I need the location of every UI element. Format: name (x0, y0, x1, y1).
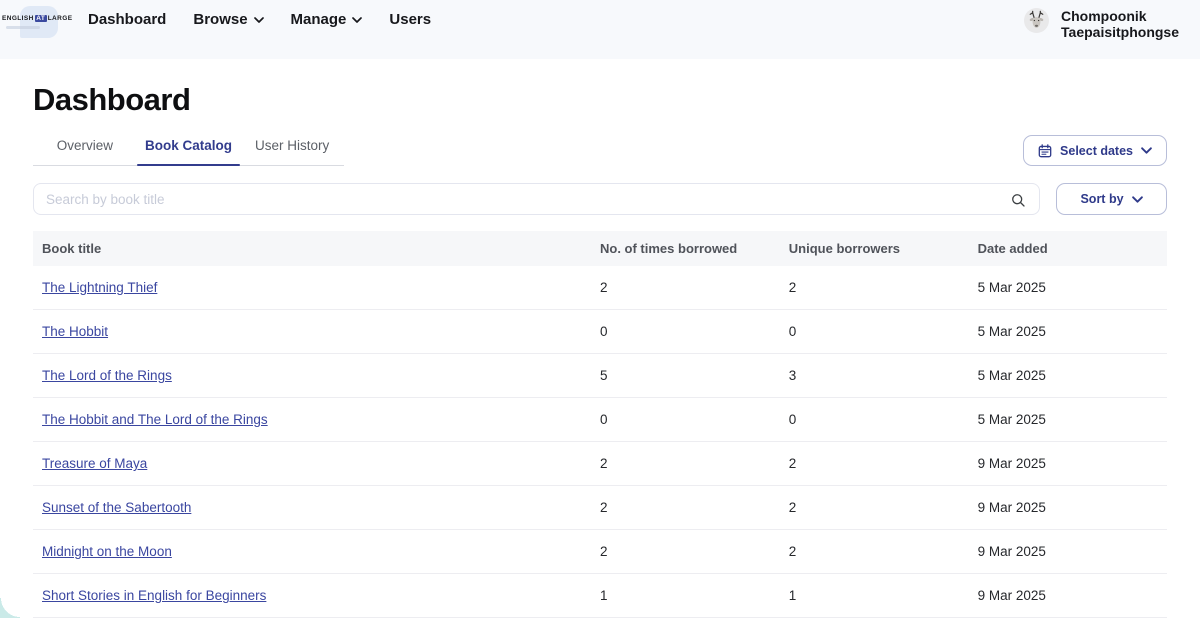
book-title-cell: The Hobbit and The Lord of the Rings (33, 412, 600, 427)
date-added-value: 5 Mar 2025 (978, 368, 1167, 383)
column-header-book-title: Book title (33, 241, 600, 256)
book-title-link[interactable]: Treasure of Maya (42, 456, 147, 471)
tab-book-catalog[interactable]: Book Catalog (137, 135, 241, 165)
times-borrowed-value: 2 (600, 544, 789, 559)
table-row: Treasure of Maya 2 2 9 Mar 2025 (33, 442, 1167, 486)
logo-bubble-shape (20, 6, 58, 38)
avatar (1024, 8, 1049, 33)
unique-borrowers-value: 2 (789, 500, 978, 515)
chevron-down-icon (352, 17, 362, 23)
column-header-unique-borrowers: Unique borrowers (789, 241, 978, 256)
tabs-row: Overview Book Catalog User History Selec… (33, 135, 1167, 166)
date-added-value: 5 Mar 2025 (978, 412, 1167, 427)
logo-tagline (6, 26, 40, 29)
tab-user-history[interactable]: User History (240, 135, 344, 165)
main-content: Dashboard Overview Book Catalog User His… (0, 82, 1200, 618)
table-row: Sunset of the Sabertooth 2 2 9 Mar 2025 (33, 486, 1167, 530)
unique-borrowers-value: 2 (789, 280, 978, 295)
date-added-value: 9 Mar 2025 (978, 544, 1167, 559)
book-title-cell: The Lord of the Rings (33, 368, 600, 383)
date-added-value: 9 Mar 2025 (978, 456, 1167, 471)
sort-by-label: Sort by (1080, 192, 1123, 206)
book-title-link[interactable]: Short Stories in English for Beginners (42, 588, 266, 603)
book-title-cell: The Lightning Thief (33, 280, 600, 295)
chevron-down-icon (1141, 147, 1152, 154)
chevron-down-icon (1132, 196, 1143, 203)
book-title-link[interactable]: The Hobbit (42, 324, 108, 339)
nav-item-label: Manage (291, 10, 347, 30)
nav-item-manage[interactable]: Manage (291, 10, 363, 30)
date-added-value: 9 Mar 2025 (978, 588, 1167, 603)
search-input[interactable] (46, 192, 999, 207)
times-borrowed-value: 0 (600, 324, 789, 339)
sort-by-button[interactable]: Sort by (1056, 183, 1167, 215)
table-row: Short Stories in English for Beginners 1… (33, 574, 1167, 618)
book-title-cell: The Hobbit (33, 324, 600, 339)
top-nav-bar: ENGLISHATLARGE Dashboard Browse Manage U… (0, 0, 1200, 59)
select-dates-button[interactable]: Select dates (1023, 135, 1167, 166)
calendar-icon (1038, 144, 1052, 158)
unique-borrowers-value: 0 (789, 324, 978, 339)
times-borrowed-value: 5 (600, 368, 789, 383)
times-borrowed-value: 2 (600, 280, 789, 295)
search-icon[interactable] (1010, 192, 1026, 213)
date-added-value: 5 Mar 2025 (978, 324, 1167, 339)
user-name-line1: Chompoonik (1061, 8, 1179, 24)
times-borrowed-value: 2 (600, 456, 789, 471)
logo-text-left: ENGLISH (2, 15, 34, 22)
table-body: The Lightning Thief 2 2 5 Mar 2025 The H… (33, 266, 1167, 618)
tab-overview[interactable]: Overview (33, 135, 137, 165)
logo-text-right: LARGE (48, 15, 73, 22)
nav-item-label: Browse (193, 10, 247, 30)
deer-avatar-icon (1025, 9, 1048, 32)
nav-item-label: Dashboard (88, 10, 166, 30)
table-row: The Lord of the Rings 5 3 5 Mar 2025 (33, 354, 1167, 398)
logo-text-at: AT (35, 15, 47, 22)
book-title-link[interactable]: The Lord of the Rings (42, 368, 172, 383)
user-menu[interactable]: Chompoonik Taepaisitphongse (1024, 0, 1179, 40)
times-borrowed-value: 0 (600, 412, 789, 427)
table-row: Midnight on the Moon 2 2 9 Mar 2025 (33, 530, 1167, 574)
unique-borrowers-value: 1 (789, 588, 978, 603)
book-title-cell: Sunset of the Sabertooth (33, 500, 600, 515)
book-title-cell: Treasure of Maya (33, 456, 600, 471)
page-title: Dashboard (33, 82, 1167, 118)
times-borrowed-value: 1 (600, 588, 789, 603)
book-title-link[interactable]: The Hobbit and The Lord of the Rings (42, 412, 268, 427)
nav-item-browse[interactable]: Browse (193, 10, 263, 30)
book-title-link[interactable]: The Lightning Thief (42, 280, 157, 295)
unique-borrowers-value: 3 (789, 368, 978, 383)
nav-item-label: Users (389, 10, 431, 30)
user-name: Chompoonik Taepaisitphongse (1061, 8, 1179, 40)
user-name-line2: Taepaisitphongse (1061, 24, 1179, 40)
date-added-value: 9 Mar 2025 (978, 500, 1167, 515)
unique-borrowers-value: 2 (789, 456, 978, 471)
select-dates-label: Select dates (1060, 144, 1133, 158)
main-nav: Dashboard Browse Manage Users (88, 0, 431, 30)
tab-bar: Overview Book Catalog User History (33, 135, 344, 166)
book-title-cell: Midnight on the Moon (33, 544, 600, 559)
chevron-down-icon (254, 17, 264, 23)
book-title-cell: Short Stories in English for Beginners (33, 588, 600, 603)
app-logo[interactable]: ENGLISHATLARGE (0, 0, 66, 59)
search-box (33, 183, 1040, 215)
search-row: Sort by (33, 183, 1167, 215)
table-row: The Lightning Thief 2 2 5 Mar 2025 (33, 266, 1167, 310)
column-header-date-added: Date added (978, 241, 1167, 256)
table-header-row: Book title No. of times borrowed Unique … (33, 231, 1167, 266)
book-title-link[interactable]: Midnight on the Moon (42, 544, 172, 559)
nav-item-dashboard[interactable]: Dashboard (88, 10, 166, 30)
book-title-link[interactable]: Sunset of the Sabertooth (42, 500, 191, 515)
column-header-times-borrowed: No. of times borrowed (600, 241, 789, 256)
book-catalog-table: Book title No. of times borrowed Unique … (33, 231, 1167, 618)
table-row: The Hobbit 0 0 5 Mar 2025 (33, 310, 1167, 354)
nav-item-users[interactable]: Users (389, 10, 431, 30)
date-added-value: 5 Mar 2025 (978, 280, 1167, 295)
unique-borrowers-value: 2 (789, 544, 978, 559)
times-borrowed-value: 2 (600, 500, 789, 515)
table-row: The Hobbit and The Lord of the Rings 0 0… (33, 398, 1167, 442)
logo-text: ENGLISHATLARGE (2, 15, 72, 22)
unique-borrowers-value: 0 (789, 412, 978, 427)
